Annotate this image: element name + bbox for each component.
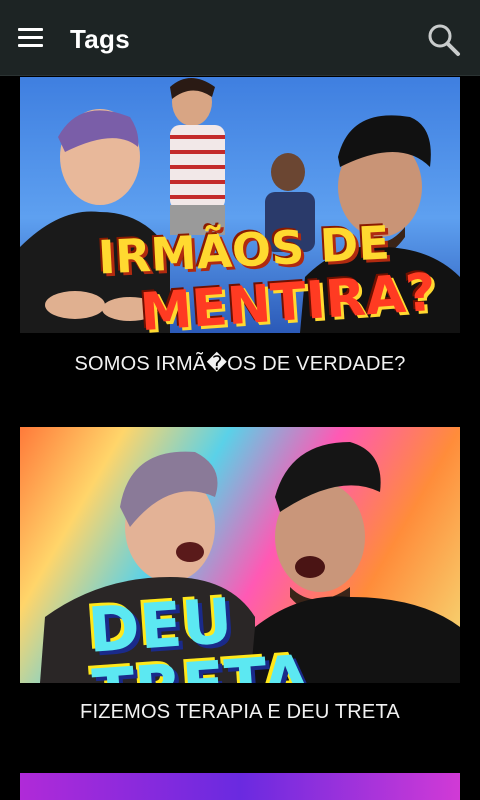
video-title[interactable]: SOMOS IRMÃ�OS DE VERDADE? [20,351,460,376]
video-card[interactable] [20,773,460,800]
video-thumbnail[interactable]: DEU TRETA [20,427,460,683]
video-thumbnail[interactable] [20,773,460,800]
video-thumbnail[interactable]: IRMÃOS DE MENTIRA? [20,77,460,333]
video-card[interactable]: IRMÃOS DE MENTIRA? SOMOS IRMÃ�OS DE VERD… [20,77,460,376]
search-icon[interactable] [424,20,464,60]
video-title[interactable]: FIZEMOS TERAPIA E DEU TRETA [20,701,460,724]
app-bar: Tags [0,0,480,76]
thumbnail-caption: DEU TRETA [85,584,313,683]
hamburger-menu-icon[interactable] [14,20,50,56]
page-title: Tags [70,24,130,54]
video-feed: IRMÃOS DE MENTIRA? SOMOS IRMÃ�OS DE VERD… [0,77,480,800]
video-card[interactable]: DEU TRETA FIZEMOS TERAPIA E DEU TRETA [20,427,460,724]
